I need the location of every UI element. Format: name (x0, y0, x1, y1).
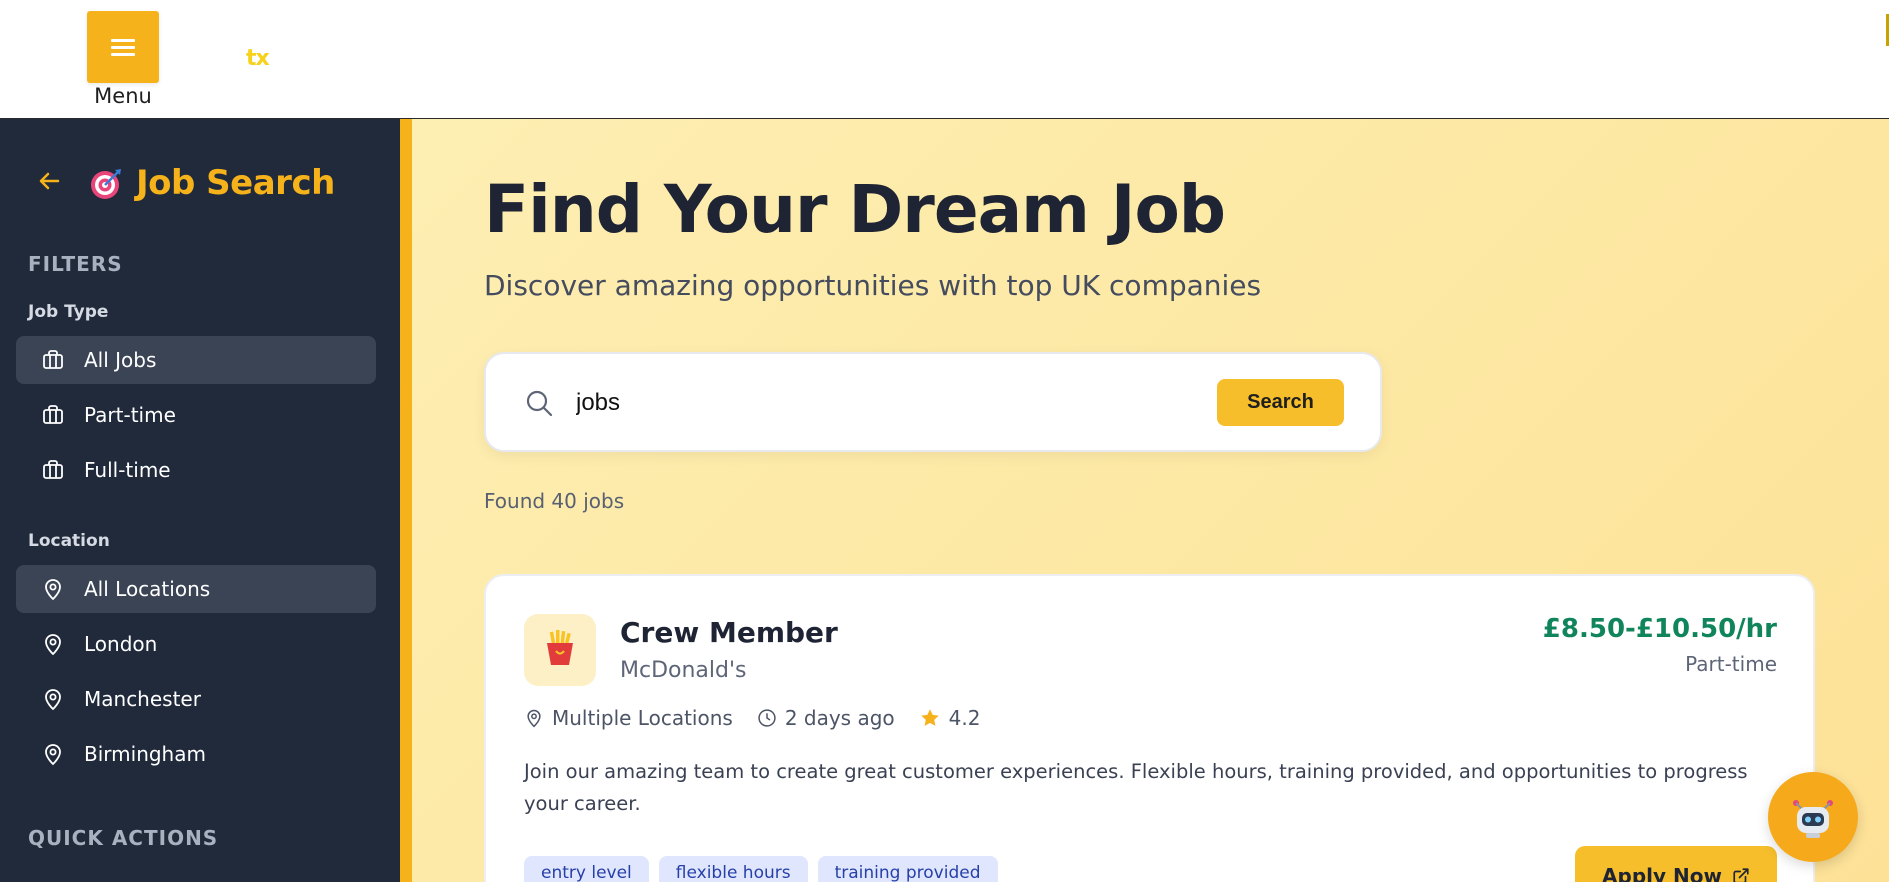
company-logo (524, 614, 596, 686)
chatbot-button[interactable] (1768, 772, 1858, 862)
job-type: Part-time (1685, 652, 1777, 676)
sidebar-title: Job Search (136, 163, 335, 203)
apply-now-button[interactable]: Apply Now (1575, 846, 1777, 882)
job-rating-text: 4.2 (948, 706, 981, 730)
job-posted: 2 days ago (757, 706, 895, 730)
location-heading: Location (28, 531, 110, 551)
job-title[interactable]: Crew Member (620, 616, 838, 649)
job-location-text: Multiple Locations (552, 706, 733, 730)
sidebar-item-london[interactable]: London (16, 620, 376, 668)
filters-heading: FILTERS (28, 252, 123, 276)
search-button[interactable]: Search (1217, 379, 1344, 426)
job-posted-text: 2 days ago (784, 706, 895, 730)
job-location: Multiple Locations (524, 706, 733, 730)
sidebar-item-birmingham[interactable]: Birmingham (16, 730, 376, 778)
search-input[interactable] (576, 380, 1176, 426)
job-description: Join our amazing team to create great cu… (524, 760, 1748, 815)
quick-actions-heading: QUICK ACTIONS (28, 826, 219, 850)
results-count: Found 40 jobs (484, 489, 625, 513)
sidebar-item-label: Manchester (84, 687, 201, 711)
salary: £8.50-£10.50/hr (1542, 614, 1777, 644)
map-pin-icon (40, 686, 66, 712)
briefcase-icon (40, 402, 66, 428)
company-name: McDonald's (620, 658, 747, 683)
top-bar: Menu tx (0, 0, 1889, 119)
target-icon (88, 166, 122, 200)
page-subtitle: Discover amazing opportunities with top … (484, 269, 1262, 302)
map-pin-icon (40, 741, 66, 767)
sidebar-item-label: Full-time (84, 458, 171, 482)
fries-icon (542, 629, 578, 671)
hamburger-icon (111, 35, 135, 60)
map-pin-icon (40, 631, 66, 657)
briefcase-icon (40, 457, 66, 483)
menu-label: Menu (94, 84, 152, 108)
job-rating: 4.2 (919, 706, 981, 730)
back-arrow-icon[interactable] (36, 168, 68, 199)
sidebar-item-all-locations[interactable]: All Locations (16, 565, 376, 613)
sidebar-item-manchester[interactable]: Manchester (16, 675, 376, 723)
menu-button[interactable] (87, 11, 159, 83)
sidebar-item-part-time[interactable]: Part-time (16, 391, 376, 439)
job-tag: flexible hours (658, 856, 808, 882)
sidebar-item-all-jobs[interactable]: All Jobs (16, 336, 376, 384)
robot-icon (1788, 791, 1838, 843)
job-card[interactable]: Crew Member McDonald's £8.50-£10.50/hr P… (484, 574, 1815, 882)
sidebar-item-label: London (84, 632, 158, 656)
main-content: Find Your Dream Job Discover amazing opp… (412, 119, 1889, 882)
search-icon (524, 388, 554, 418)
sidebar-item-full-time[interactable]: Full-time (16, 446, 376, 494)
sidebar-header: Job Search (36, 160, 335, 206)
sidebar-accent-bar (400, 119, 412, 882)
map-pin-icon (527, 709, 541, 728)
briefcase-icon (40, 347, 66, 373)
brand-logo[interactable]: tx (246, 46, 270, 71)
external-link-icon (1733, 868, 1749, 882)
sidebar-item-label: All Locations (84, 577, 211, 601)
sidebar-item-label: Part-time (84, 403, 176, 427)
job-tags: entry level flexible hours training prov… (524, 856, 1008, 882)
map-pin-icon (40, 576, 66, 602)
job-tag: entry level (524, 856, 649, 882)
job-tag: training provided (817, 856, 998, 882)
page-title: Find Your Dream Job (484, 171, 1226, 248)
sidebar-item-label: All Jobs (84, 348, 157, 372)
job-type-heading: Job Type (28, 302, 109, 322)
search-box: Search (484, 352, 1382, 452)
job-meta: Multiple Locations 2 days ago 4.2 (524, 706, 1004, 730)
apply-now-label: Apply Now (1602, 864, 1722, 882)
star-icon (920, 709, 939, 726)
sidebar-item-label: Birmingham (84, 742, 206, 766)
clock-icon (758, 709, 776, 727)
